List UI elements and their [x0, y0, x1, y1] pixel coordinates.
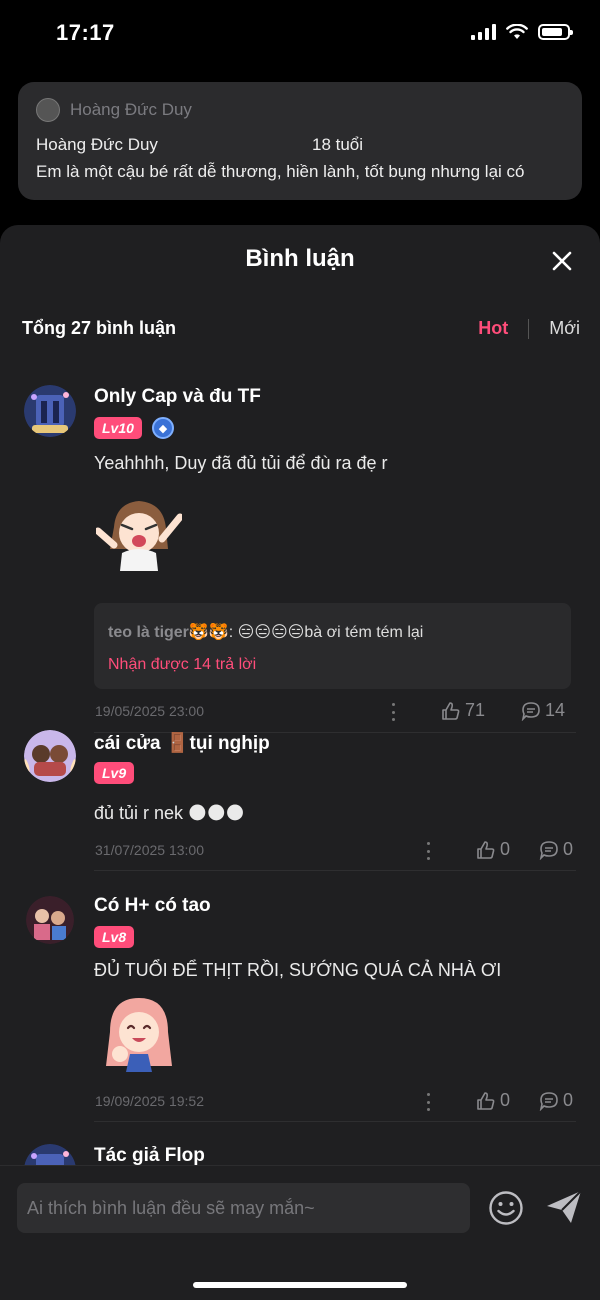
thumbs-up-icon: [442, 701, 460, 720]
reply-count: 14: [545, 700, 566, 720]
chat-bubble-icon: [539, 840, 558, 860]
comment-author[interactable]: Tác giả Flop: [94, 1145, 205, 1167]
author-name: Hoàng Đức Duy: [70, 100, 192, 119]
comment-text: ĐỦ TUỔI ĐỂ THỊT RỒI, SƯỚNG QUÁ CẢ NHÀ ƠI: [94, 960, 502, 980]
sort-tabs: Hot Mới: [478, 318, 580, 339]
reply-button[interactable]: 14: [521, 700, 565, 721]
character-age: 18 tuổi: [312, 135, 364, 154]
comment-author[interactable]: Có H+ có tao: [94, 895, 211, 917]
like-count: 71: [465, 700, 486, 720]
avatar[interactable]: [24, 385, 76, 437]
battery-icon: [538, 24, 573, 40]
sticker-image: [106, 998, 172, 1072]
divider: [94, 870, 576, 871]
comment-date: 19/05/2025 23:00: [95, 703, 204, 719]
view-replies-link[interactable]: Nhận được 14 trả lời: [108, 656, 256, 674]
close-icon[interactable]: [550, 249, 574, 273]
sticker-image: [96, 501, 182, 571]
wifi-icon: [506, 24, 528, 39]
author-avatar: [36, 98, 60, 122]
reply-count: 0: [563, 839, 574, 859]
sort-new-tab[interactable]: Mới: [549, 318, 580, 339]
more-options-icon[interactable]: [385, 703, 401, 721]
comment-author[interactable]: cái cửa 🚪tụi nghịp: [94, 731, 270, 755]
status-time: 17:17: [56, 20, 115, 45]
verified-badge-icon: ◆: [152, 417, 174, 439]
character-preview-card[interactable]: Hoàng Đức Duy Hoàng Đức Duy 18 tuổi Em l…: [18, 82, 582, 200]
like-count: 0: [500, 1090, 511, 1110]
like-button[interactable]: 71: [441, 700, 485, 721]
comment-text: Yeahhhh, Duy đã đủ tủi để đù ra đẹ r: [94, 453, 388, 473]
like-button[interactable]: 0: [476, 839, 510, 860]
send-icon[interactable]: [545, 1188, 583, 1226]
level-badge: Lv8: [94, 926, 135, 948]
comment-date: 31/07/2025 13:00: [95, 842, 204, 858]
comment-text: đủ tủi r nek 🌑🌑🌑: [94, 803, 245, 823]
comments-sheet: Bình luận Tổng 27 bình luận Hot Mới Only…: [0, 225, 600, 1299]
character-description: Em là một cậu bé rất dễ thương, hiền làn…: [36, 162, 525, 181]
reply-button[interactable]: 0: [539, 1090, 573, 1111]
reply-text: : 😑😑😑😑bà ơi tém tém lại: [228, 624, 424, 641]
like-button[interactable]: 0: [476, 1090, 510, 1111]
chat-bubble-icon: [521, 701, 540, 721]
comment-count: Tổng 27 bình luận: [22, 318, 176, 338]
reply-preview[interactable]: teo là tiger🐯🐯: 😑😑😑😑bà ơi tém tém lại Nh…: [94, 603, 571, 689]
reply-author[interactable]: teo là tiger🐯🐯: [108, 624, 229, 641]
level-badge: Lv10: [94, 417, 142, 439]
comment-input[interactable]: [17, 1183, 470, 1233]
emoji-icon[interactable]: [488, 1190, 524, 1226]
comment-date: 19/09/2025 19:52: [95, 1093, 204, 1109]
level-badge: Lv9: [94, 762, 135, 784]
sheet-title: Bình luận: [245, 245, 355, 272]
thumbs-up-icon: [477, 1091, 495, 1110]
character-name: Hoàng Đức Duy: [36, 135, 158, 154]
more-options-icon[interactable]: [420, 842, 436, 860]
thumbs-up-icon: [477, 840, 495, 859]
comment-author[interactable]: Only Cap và đu TF: [94, 386, 261, 408]
sort-divider: [528, 318, 530, 339]
sort-hot-tab[interactable]: Hot: [478, 318, 508, 339]
avatar[interactable]: [26, 896, 74, 944]
chat-bubble-icon: [539, 1091, 558, 1111]
more-options-icon[interactable]: [420, 1093, 436, 1111]
divider: [94, 1121, 576, 1122]
reply-button[interactable]: 0: [539, 839, 573, 860]
avatar[interactable]: [24, 730, 76, 782]
home-indicator: [193, 1282, 407, 1288]
reply-count: 0: [563, 1090, 574, 1110]
cellular-signal-icon: [471, 24, 496, 40]
status-bar: 17:17: [0, 0, 600, 70]
like-count: 0: [500, 839, 511, 859]
comment-composer: [0, 1165, 600, 1300]
